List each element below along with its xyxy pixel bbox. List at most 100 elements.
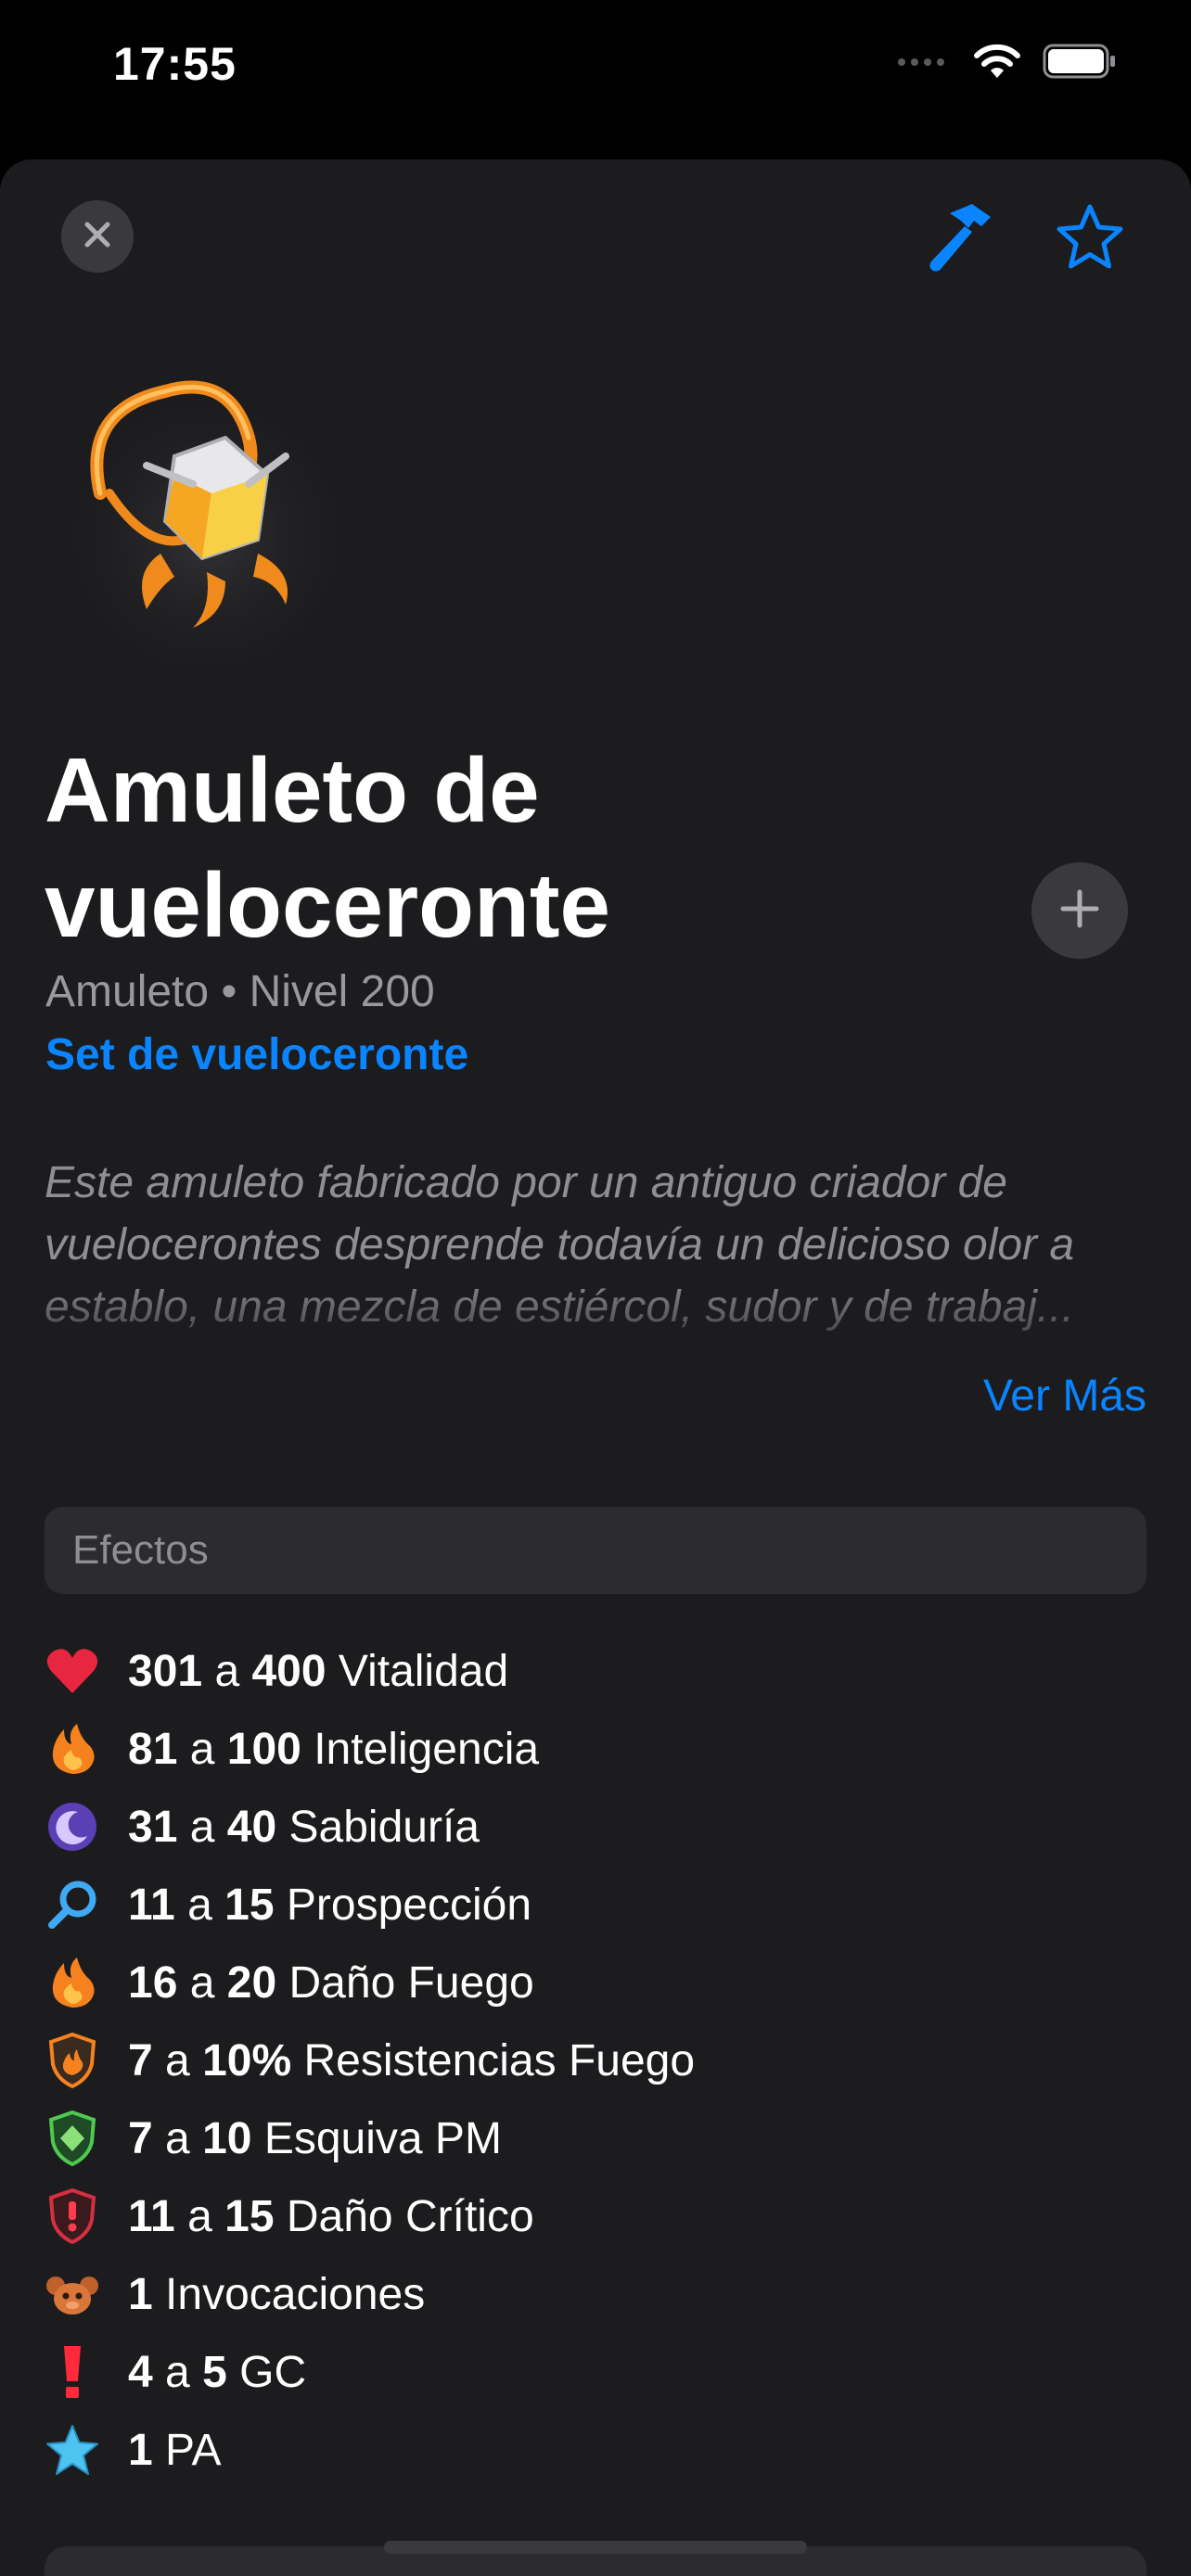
toolbar-actions: [922, 200, 1126, 279]
blue-star-icon: [45, 2422, 100, 2478]
effect-max: 400: [251, 1646, 327, 1696]
effect-min: 16: [128, 1958, 178, 2008]
effect-row: 301 a 400 Vitalidad: [45, 1632, 1146, 1710]
status-bar: 17:55: [0, 0, 1191, 139]
effect-joiner: a: [165, 2347, 190, 2397]
effect-max: 20: [226, 1958, 277, 2008]
effect-text: 7 a 10% Resistencias Fuego: [128, 2035, 695, 2086]
item-title: Amuleto de vueloceronte: [45, 739, 610, 956]
effect-max: 100: [226, 1724, 301, 1774]
cellular-signal-icon: [896, 55, 952, 72]
effect-max: 15: [224, 2191, 275, 2241]
effect-min: 31: [128, 1802, 178, 1852]
effect-max: 10: [202, 2113, 252, 2163]
effect-min: 1: [128, 2425, 153, 2475]
status-time: 17:55: [113, 38, 237, 90]
effect-text: 81 a 100 Inteligencia: [128, 1724, 539, 1775]
plus-icon: [1059, 888, 1100, 934]
effects-header-label: Efectos: [72, 1527, 209, 1573]
effect-max: 10%: [202, 2035, 292, 2085]
star-icon: [1054, 204, 1126, 276]
effect-label: GC: [239, 2347, 307, 2397]
magnifier-icon: [45, 1877, 100, 1932]
effect-joiner: a: [165, 2035, 190, 2085]
close-button[interactable]: [61, 200, 134, 273]
effect-label: Inteligencia: [314, 1724, 540, 1774]
effect-row: 7 a 10 Esquiva PM: [45, 2099, 1146, 2177]
effect-row: 1 Invocaciones: [45, 2255, 1146, 2333]
effect-row: 31 a 40 Sabiduría: [45, 1788, 1146, 1866]
heart-icon: [45, 1643, 100, 1699]
effect-label: Daño Fuego: [288, 1958, 534, 2008]
effect-min: 301: [128, 1646, 203, 1696]
item-subtitle: Amuleto • Nivel 200: [45, 966, 435, 1017]
effect-text: 16 a 20 Daño Fuego: [128, 1958, 534, 2009]
effect-min: 81: [128, 1724, 178, 1774]
effect-row: 16 a 20 Daño Fuego: [45, 1944, 1146, 2021]
wifi-icon: [972, 43, 1022, 84]
effects-header: Efectos: [45, 1507, 1146, 1594]
effect-text: 11 a 15 Daño Crítico: [128, 2191, 534, 2242]
effect-text: 301 a 400 Vitalidad: [128, 1646, 508, 1697]
effect-label: Sabiduría: [288, 1802, 480, 1852]
effect-row: 1 PA: [45, 2411, 1146, 2489]
exclamation-icon: [45, 2344, 100, 2400]
effect-max: 5: [202, 2347, 227, 2397]
hammer-icon: [922, 204, 1002, 278]
subtitle-separator: •: [221, 967, 237, 1016]
item-detail-sheet: Amuleto de vueloceronte Amuleto • Nivel …: [0, 159, 1191, 2576]
favorite-button[interactable]: [1054, 202, 1126, 277]
battery-icon: [1043, 44, 1117, 83]
effect-row: 7 a 10% Resistencias Fuego: [45, 2021, 1146, 2099]
effect-joiner: a: [214, 1646, 240, 1696]
effect-joiner: a: [187, 1880, 212, 1930]
status-icons: [896, 43, 1117, 84]
item-image: [45, 354, 360, 674]
fire-shield-icon: [45, 2033, 100, 2088]
effect-label: Esquiva PM: [263, 2113, 502, 2163]
effect-text: 11 a 15 Prospección: [128, 1880, 531, 1931]
effect-label: Invocaciones: [165, 2269, 426, 2319]
fire-icon: [45, 1721, 100, 1777]
effect-min: 4: [128, 2347, 153, 2397]
ver-mas-button[interactable]: Ver Más: [983, 1371, 1146, 1422]
effect-label: PA: [165, 2425, 222, 2475]
effect-min: 7: [128, 2113, 153, 2163]
effect-min: 1: [128, 2269, 153, 2319]
moon-icon: [45, 1799, 100, 1855]
effect-row: 11 a 15 Prospección: [45, 1866, 1146, 1944]
green-shield-icon: [45, 2111, 100, 2166]
effect-text: 1 PA: [128, 2425, 222, 2476]
effect-row: 11 a 15 Daño Crítico: [45, 2177, 1146, 2255]
effect-label: Prospección: [286, 1880, 532, 1930]
effect-row: 81 a 100 Inteligencia: [45, 1710, 1146, 1788]
effect-joiner: a: [189, 1802, 215, 1852]
effect-joiner: a: [189, 1724, 215, 1774]
effect-label: Daño Crítico: [286, 2191, 534, 2241]
add-button[interactable]: [1031, 862, 1128, 959]
effect-text: 1 Invocaciones: [128, 2269, 425, 2320]
effect-joiner: a: [165, 2113, 190, 2163]
home-indicator[interactable]: [384, 2541, 807, 2554]
close-icon: [82, 219, 113, 255]
effect-text: 31 a 40 Sabiduría: [128, 1802, 480, 1853]
effect-min: 11: [128, 1880, 175, 1930]
item-type: Amuleto: [45, 967, 210, 1016]
set-link[interactable]: Set de vueloceronte: [45, 1029, 468, 1080]
effect-text: 4 a 5 GC: [128, 2347, 306, 2398]
effects-list: 301 a 400 Vitalidad 81 a 100 Inteligenci…: [45, 1632, 1146, 2489]
effect-max: 40: [226, 1802, 277, 1852]
item-level: Nivel 200: [249, 967, 435, 1016]
effect-joiner: a: [187, 2191, 212, 2241]
effect-min: 7: [128, 2035, 153, 2085]
summon-icon: [45, 2266, 100, 2322]
effect-min: 11: [128, 2191, 175, 2241]
item-description: Este amuleto fabricado por un antiguo cr…: [45, 1158, 1075, 1332]
effect-joiner: a: [189, 1958, 215, 2008]
effect-row: 4 a 5 GC: [45, 2333, 1146, 2411]
fire-icon: [45, 1955, 100, 2010]
effect-text: 7 a 10 Esquiva PM: [128, 2113, 502, 2164]
critical-shield-icon: [45, 2188, 100, 2244]
effect-label: Vitalidad: [338, 1646, 509, 1696]
craft-button[interactable]: [922, 200, 1002, 279]
